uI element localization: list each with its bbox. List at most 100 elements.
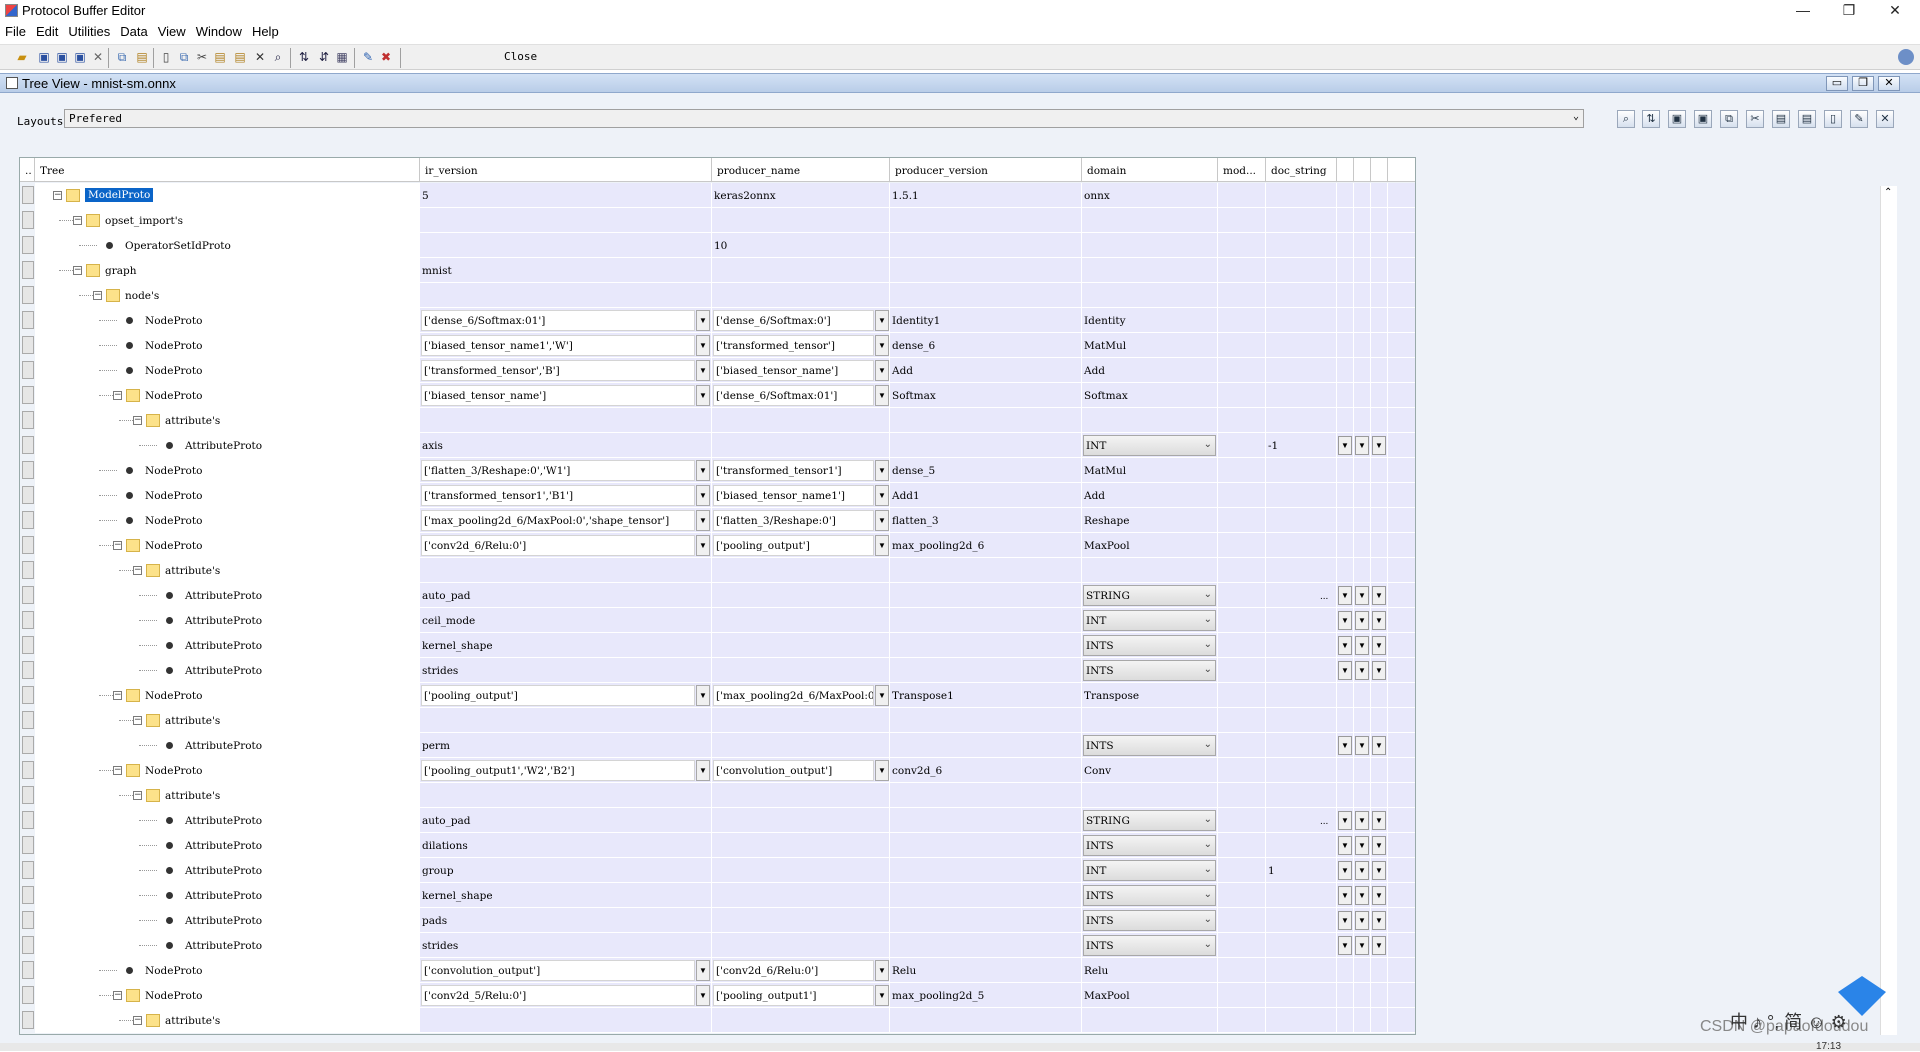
table-cell[interactable] [1371, 508, 1388, 533]
output-list-field[interactable]: ['pooling_output1'] [713, 985, 874, 1006]
tree-node[interactable]: NodeProto [35, 483, 420, 508]
attribute-type-select[interactable]: STRING ⌄ [1083, 810, 1216, 831]
table-cell[interactable] [1218, 683, 1266, 708]
sort-icon[interactable]: ⇅ [1642, 110, 1660, 128]
table-cell[interactable] [1354, 183, 1371, 208]
dropdown-arrow-icon[interactable]: ▼ [1338, 861, 1352, 880]
edit-icon[interactable]: ✎ [360, 49, 376, 65]
tree-cell[interactable]: AttributeProto [35, 658, 420, 683]
row-header[interactable] [22, 661, 34, 679]
tree-node[interactable]: − NodeProto [35, 383, 420, 408]
table-cell[interactable]: dense_5 [890, 458, 1082, 483]
row-header[interactable] [22, 261, 34, 279]
dropdown-arrow-icon[interactable]: ▼ [1355, 811, 1369, 830]
table-row[interactable]: AttributeProto strides INTS ⌄ ▼ ▼ ▼ [20, 658, 1415, 683]
table-row[interactable]: AttributeProto auto_pad STRING ⌄... ▼ ▼ ▼ [20, 808, 1415, 833]
table-cell[interactable]: 10 [712, 233, 890, 258]
table-cell[interactable] [420, 558, 712, 583]
table-cell[interactable] [712, 633, 890, 658]
table-cell[interactable] [1218, 708, 1266, 733]
table-row[interactable]: − node's [20, 283, 1415, 308]
table-cell[interactable] [1388, 758, 1415, 783]
column-header-ir-version[interactable]: ir_version [420, 158, 712, 182]
tree-cell[interactable]: AttributeProto [35, 933, 420, 958]
table-cell[interactable] [1354, 958, 1371, 983]
dropdown-arrow-icon[interactable]: ▼ [1355, 661, 1369, 680]
frame-minimize-button[interactable]: ▭ [1826, 76, 1848, 91]
table-cell[interactable] [890, 633, 1082, 658]
table-row[interactable]: − NodeProto Transpose1 Transpose ['pooling_o… [20, 683, 1415, 708]
table-cell[interactable]: kernel_shape [420, 883, 712, 908]
table-cell[interactable] [1218, 433, 1266, 458]
tree-node[interactable]: − NodeProto [35, 758, 420, 783]
table-cell[interactable]: ceil_mode [420, 608, 712, 633]
duplicate-icon[interactable]: ⧉ [176, 49, 192, 65]
table-cell[interactable] [1266, 283, 1337, 308]
dropdown-arrow-icon[interactable]: ▼ [1338, 636, 1352, 655]
table-row[interactable]: NodeProto dense_6 MatMul ['biased_tensor_na… [20, 333, 1415, 358]
table-cell[interactable] [1218, 1008, 1266, 1033]
table-cell[interactable] [1082, 558, 1218, 583]
more-ellipsis[interactable]: ... [1320, 816, 1328, 827]
table-row[interactable]: AttributeProto kernel_shape INTS ⌄ ▼ ▼ ▼ [20, 883, 1415, 908]
attribute-type-select[interactable]: INT ⌄ [1083, 610, 1216, 631]
table-cell[interactable] [1388, 708, 1415, 733]
table-cell[interactable] [712, 858, 890, 883]
dropdown-arrow-icon[interactable]: ▼ [875, 485, 889, 506]
tree-node[interactable]: − ModelProto [35, 183, 420, 208]
tree-node[interactable]: AttributeProto [35, 908, 420, 933]
table-cell[interactable] [1266, 658, 1337, 683]
output-list-field[interactable]: ['dense_6/Softmax:0'] [713, 310, 874, 331]
output-list-field[interactable]: ['max_pooling2d_6/MaxPool:0'] [713, 685, 874, 706]
table-cell[interactable] [1082, 783, 1218, 808]
tree-cell[interactable]: AttributeProto [35, 583, 420, 608]
menu-window[interactable]: Window [191, 22, 247, 39]
table-cell[interactable] [420, 783, 712, 808]
attribute-type-select[interactable]: INT ⌄ [1083, 860, 1216, 881]
tree-cell[interactable]: AttributeProto [35, 833, 420, 858]
tree-cell[interactable]: NodeProto [35, 508, 420, 533]
table-cell[interactable] [1354, 408, 1371, 433]
table-cell[interactable] [1354, 558, 1371, 583]
table-cell[interactable] [890, 233, 1082, 258]
row-header[interactable] [22, 836, 34, 854]
dropdown-arrow-icon[interactable]: ▼ [696, 985, 710, 1006]
menu-edit[interactable]: Edit [31, 22, 63, 39]
column-header-producer-name[interactable]: producer_name [712, 158, 890, 182]
table-cell[interactable] [420, 708, 712, 733]
table-cell[interactable] [1266, 233, 1337, 258]
tree-cell[interactable]: NodeProto [35, 358, 420, 383]
frame-close-button[interactable]: ✕ [1878, 76, 1900, 91]
table-cell[interactable] [1371, 533, 1388, 558]
table-cell[interactable] [1218, 858, 1266, 883]
table-cell[interactable] [1266, 458, 1337, 483]
dropdown-arrow-icon[interactable]: ▼ [1372, 611, 1386, 630]
table-cell[interactable] [712, 708, 890, 733]
table-cell[interactable] [1388, 833, 1415, 858]
table-cell[interactable] [1218, 583, 1266, 608]
table-cell[interactable] [1266, 333, 1337, 358]
row-header[interactable] [22, 436, 34, 454]
table-cell[interactable] [1218, 783, 1266, 808]
dropdown-arrow-icon[interactable]: ▼ [1372, 861, 1386, 880]
table-cell[interactable]: MaxPool [1082, 533, 1218, 558]
output-list-field[interactable]: ['convolution_output'] [713, 760, 874, 781]
table-cell[interactable] [1337, 683, 1354, 708]
table-cell[interactable] [1266, 558, 1337, 583]
table-cell[interactable] [1388, 808, 1415, 833]
tree-node[interactable]: − graph [35, 258, 420, 283]
tree-cell[interactable]: − NodeProto [35, 758, 420, 783]
dropdown-arrow-icon[interactable]: ▼ [1372, 911, 1386, 930]
table-cell[interactable]: Transpose1 [890, 683, 1082, 708]
table-cell[interactable] [1082, 208, 1218, 233]
table-row[interactable]: AttributeProto strides INTS ⌄ ▼ ▼ ▼ [20, 933, 1415, 958]
table-cell[interactable] [1218, 258, 1266, 283]
table-cell[interactable] [1354, 783, 1371, 808]
table-row[interactable]: OperatorSetIdProto 10 [20, 233, 1415, 258]
table-cell[interactable] [420, 1008, 712, 1033]
attribute-type-select[interactable]: INT ⌄ [1083, 435, 1216, 456]
row-header[interactable] [22, 986, 34, 1004]
table-cell[interactable]: strides [420, 658, 712, 683]
table-cell[interactable] [420, 283, 712, 308]
row-header[interactable] [22, 711, 34, 729]
